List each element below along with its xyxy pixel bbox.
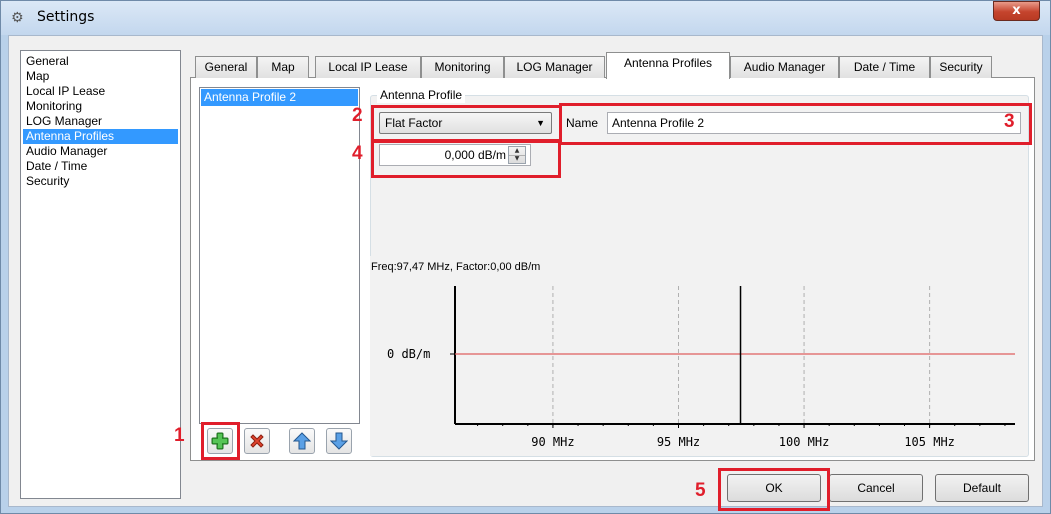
x-tick-label: 105 MHz — [904, 435, 955, 449]
annotation-box-5 — [718, 468, 830, 511]
tab-antenna-profiles[interactable]: Antenna Profiles — [606, 52, 730, 79]
chart-readout: Freq:97,47 MHz, Factor:0,00 dB/m — [371, 261, 541, 273]
x-tick-label: 95 MHz — [657, 435, 700, 449]
nav-item-date-time[interactable]: Date / Time — [23, 159, 178, 174]
close-button[interactable]: x — [993, 1, 1040, 21]
tab-date-time[interactable]: Date / Time — [839, 56, 930, 78]
x-tick-label: 100 MHz — [779, 435, 830, 449]
arrow-down-icon — [330, 432, 348, 450]
annotation-number-2: 2 — [352, 105, 363, 126]
tab-general[interactable]: General — [195, 56, 257, 78]
settings-category-list[interactable]: General Map Local IP Lease Monitoring LO… — [20, 50, 181, 499]
window-title: Settings — [37, 9, 95, 25]
tab-log-manager[interactable]: LOG Manager — [504, 56, 605, 78]
x-icon — [250, 434, 264, 448]
nav-item-monitoring[interactable]: Monitoring — [23, 99, 178, 114]
annotation-number-1: 1 — [174, 425, 185, 446]
profile-list-item[interactable]: Antenna Profile 2 — [201, 89, 358, 106]
nav-item-audio-manager[interactable]: Audio Manager — [23, 144, 178, 159]
annotation-box-3 — [559, 103, 1032, 145]
nav-item-antenna-profiles[interactable]: Antenna Profiles — [23, 129, 178, 144]
remove-profile-button[interactable] — [244, 428, 270, 454]
tab-audio-manager[interactable]: Audio Manager — [730, 56, 839, 78]
nav-item-general[interactable]: General — [23, 54, 178, 69]
antenna-factor-chart[interactable]: 0 dB/m 90 MHz 95 MHz 100 MHz 105 MHz — [370, 256, 1018, 456]
tab-monitoring[interactable]: Monitoring — [421, 56, 504, 78]
y-tick-label: 0 dB/m — [387, 347, 430, 361]
title-bar[interactable] — [1, 1, 1050, 35]
annotation-number-3: 3 — [1004, 111, 1015, 132]
tab-map[interactable]: Map — [257, 56, 309, 78]
annotation-number-4: 4 — [352, 143, 363, 164]
annotation-box-1 — [201, 422, 240, 460]
nav-item-local-ip-lease[interactable]: Local IP Lease — [23, 84, 178, 99]
arrow-up-icon — [293, 432, 311, 450]
tab-local-ip-lease[interactable]: Local IP Lease — [315, 56, 421, 78]
annotation-number-5: 5 — [695, 480, 706, 501]
x-tick-label: 90 MHz — [531, 435, 574, 449]
antenna-profile-list[interactable] — [199, 87, 360, 424]
annotation-box-2 — [371, 105, 562, 142]
nav-item-map[interactable]: Map — [23, 69, 178, 84]
group-title: Antenna Profile — [377, 87, 466, 103]
nav-item-log-manager[interactable]: LOG Manager — [23, 114, 178, 129]
move-up-button[interactable] — [289, 428, 315, 454]
default-button[interactable]: Default — [935, 474, 1029, 502]
nav-item-security[interactable]: Security — [23, 174, 178, 189]
move-down-button[interactable] — [326, 428, 352, 454]
annotation-box-4 — [371, 140, 561, 178]
tab-security[interactable]: Security — [930, 56, 992, 78]
settings-gear-icon: ⚙ — [11, 10, 24, 26]
cancel-button[interactable]: Cancel — [829, 474, 923, 502]
